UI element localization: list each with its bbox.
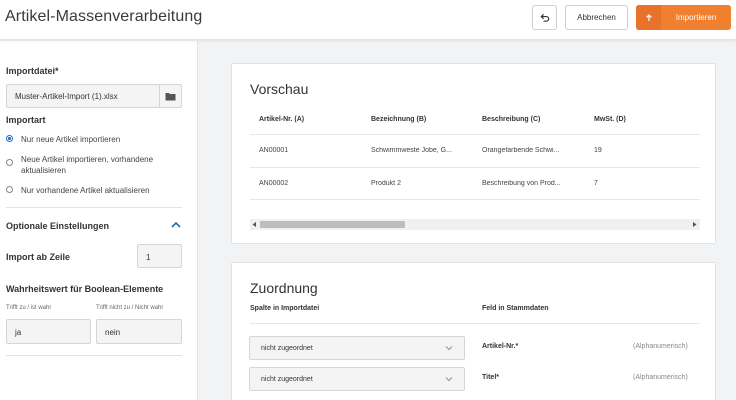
horizontal-scrollbar[interactable] xyxy=(250,219,700,230)
radio-label: Nur vorhandene Artikel aktualisieren xyxy=(21,186,150,195)
column-header-source: Spalte in Importdatei xyxy=(250,305,320,312)
scroll-right-icon[interactable] xyxy=(692,222,697,227)
row-divider xyxy=(250,323,700,324)
table-cell: 7 xyxy=(594,180,598,187)
radio-button[interactable] xyxy=(6,135,13,142)
radio-new-and-update[interactable]: Neue Artikel importieren, vorhandene akt… xyxy=(6,154,153,176)
import-file-label: Importdatei* xyxy=(6,66,59,76)
field-type: (Alphanumerisch) xyxy=(633,374,688,381)
true-label: Trifft zu / ist wahr xyxy=(6,305,52,311)
scroll-left-icon[interactable] xyxy=(252,222,257,227)
table-cell: AN00002 xyxy=(259,180,289,187)
table-cell: 19 xyxy=(594,147,602,154)
import-file-value: Muster-Artikel-Import (1).xlsx xyxy=(15,92,118,101)
radio-label-line1: Neue Artikel importieren, vorhandene xyxy=(21,155,154,164)
undo-button[interactable] xyxy=(532,5,557,30)
select-value: nicht zugeordnet xyxy=(261,376,313,383)
column-header-target: Feld in Stammdaten xyxy=(482,305,549,312)
optional-settings-label: Optionale Einstellungen xyxy=(6,221,110,231)
undo-icon xyxy=(540,13,550,22)
radio-button[interactable] xyxy=(6,186,13,193)
true-value-input[interactable]: ja xyxy=(6,319,91,344)
mapping-select[interactable]: nicht zugeordnet xyxy=(249,336,465,360)
mapping-select[interactable]: nicht zugeordnet xyxy=(249,367,465,391)
divider xyxy=(6,207,182,208)
radio-label-line2: aktualisieren xyxy=(21,166,66,175)
radio-label: Nur neue Artikel importieren xyxy=(21,135,121,144)
field-name: Artikel-Nr.* xyxy=(482,343,519,350)
column-header: Bezeichnung (B) xyxy=(371,116,427,123)
row-divider xyxy=(250,167,700,168)
cancel-button[interactable]: Abbrechen xyxy=(565,5,628,30)
boolean-label: Wahrheitswert für Boolean-Elemente xyxy=(6,284,164,294)
column-header: MwSt. (D) xyxy=(594,116,626,123)
select-value: nicht zugeordnet xyxy=(261,345,313,352)
table-cell: Orangefarbende Schwi... xyxy=(482,147,560,154)
mapping-title: Zuordnung xyxy=(250,280,318,296)
radio-label: Neue Artikel importieren, vorhandene akt… xyxy=(21,154,153,176)
browse-button[interactable] xyxy=(159,85,181,107)
table-cell: Produkt 2 xyxy=(371,180,401,187)
import-button[interactable]: Importieren xyxy=(636,5,731,30)
scrollbar-thumb[interactable] xyxy=(260,221,405,228)
table-cell: AN00001 xyxy=(259,147,289,154)
chevron-up-icon[interactable] xyxy=(171,221,181,229)
true-value: ja xyxy=(15,328,22,337)
folder-icon xyxy=(165,92,176,100)
false-value: nein xyxy=(105,328,121,337)
column-header: Artikel-Nr. (A) xyxy=(259,116,305,123)
false-label: Trifft nicht zu / Nicht wahr xyxy=(96,305,164,311)
preview-title: Vorschau xyxy=(250,81,309,97)
divider xyxy=(6,355,182,356)
radio-only-update[interactable]: Nur vorhandene Artikel aktualisieren xyxy=(6,185,150,196)
table-cell: Beschreibung von Prod... xyxy=(482,180,561,187)
import-from-row-input[interactable]: 1 xyxy=(137,244,182,268)
import-type-label: Importart xyxy=(6,115,46,125)
chevron-down-icon xyxy=(445,377,453,382)
radio-only-new[interactable]: Nur neue Artikel importieren xyxy=(6,134,120,145)
import-icon xyxy=(636,5,661,30)
import-file-field[interactable]: Muster-Artikel-Import (1).xlsx xyxy=(6,84,182,108)
import-button-label: Importieren xyxy=(675,13,717,22)
radio-button[interactable] xyxy=(6,159,13,166)
page-title: Artikel-Massenverarbeitung xyxy=(5,8,203,25)
column-header: Beschreibung (C) xyxy=(482,116,541,123)
field-type: (Alphanumerisch) xyxy=(633,343,688,350)
table-cell: Schwimmweste Jobe, G... xyxy=(371,147,452,154)
chevron-down-icon xyxy=(445,346,453,351)
false-value-input[interactable]: nein xyxy=(96,319,182,344)
header-bar: Artikel-Massenverarbeitung Abbrechen Imp… xyxy=(0,0,736,40)
import-from-row-label: Import ab Zeile xyxy=(6,252,71,262)
row-divider xyxy=(250,199,700,200)
import-from-row-value: 1 xyxy=(146,253,151,262)
row-divider xyxy=(250,134,700,135)
field-name: Titel* xyxy=(482,374,499,381)
